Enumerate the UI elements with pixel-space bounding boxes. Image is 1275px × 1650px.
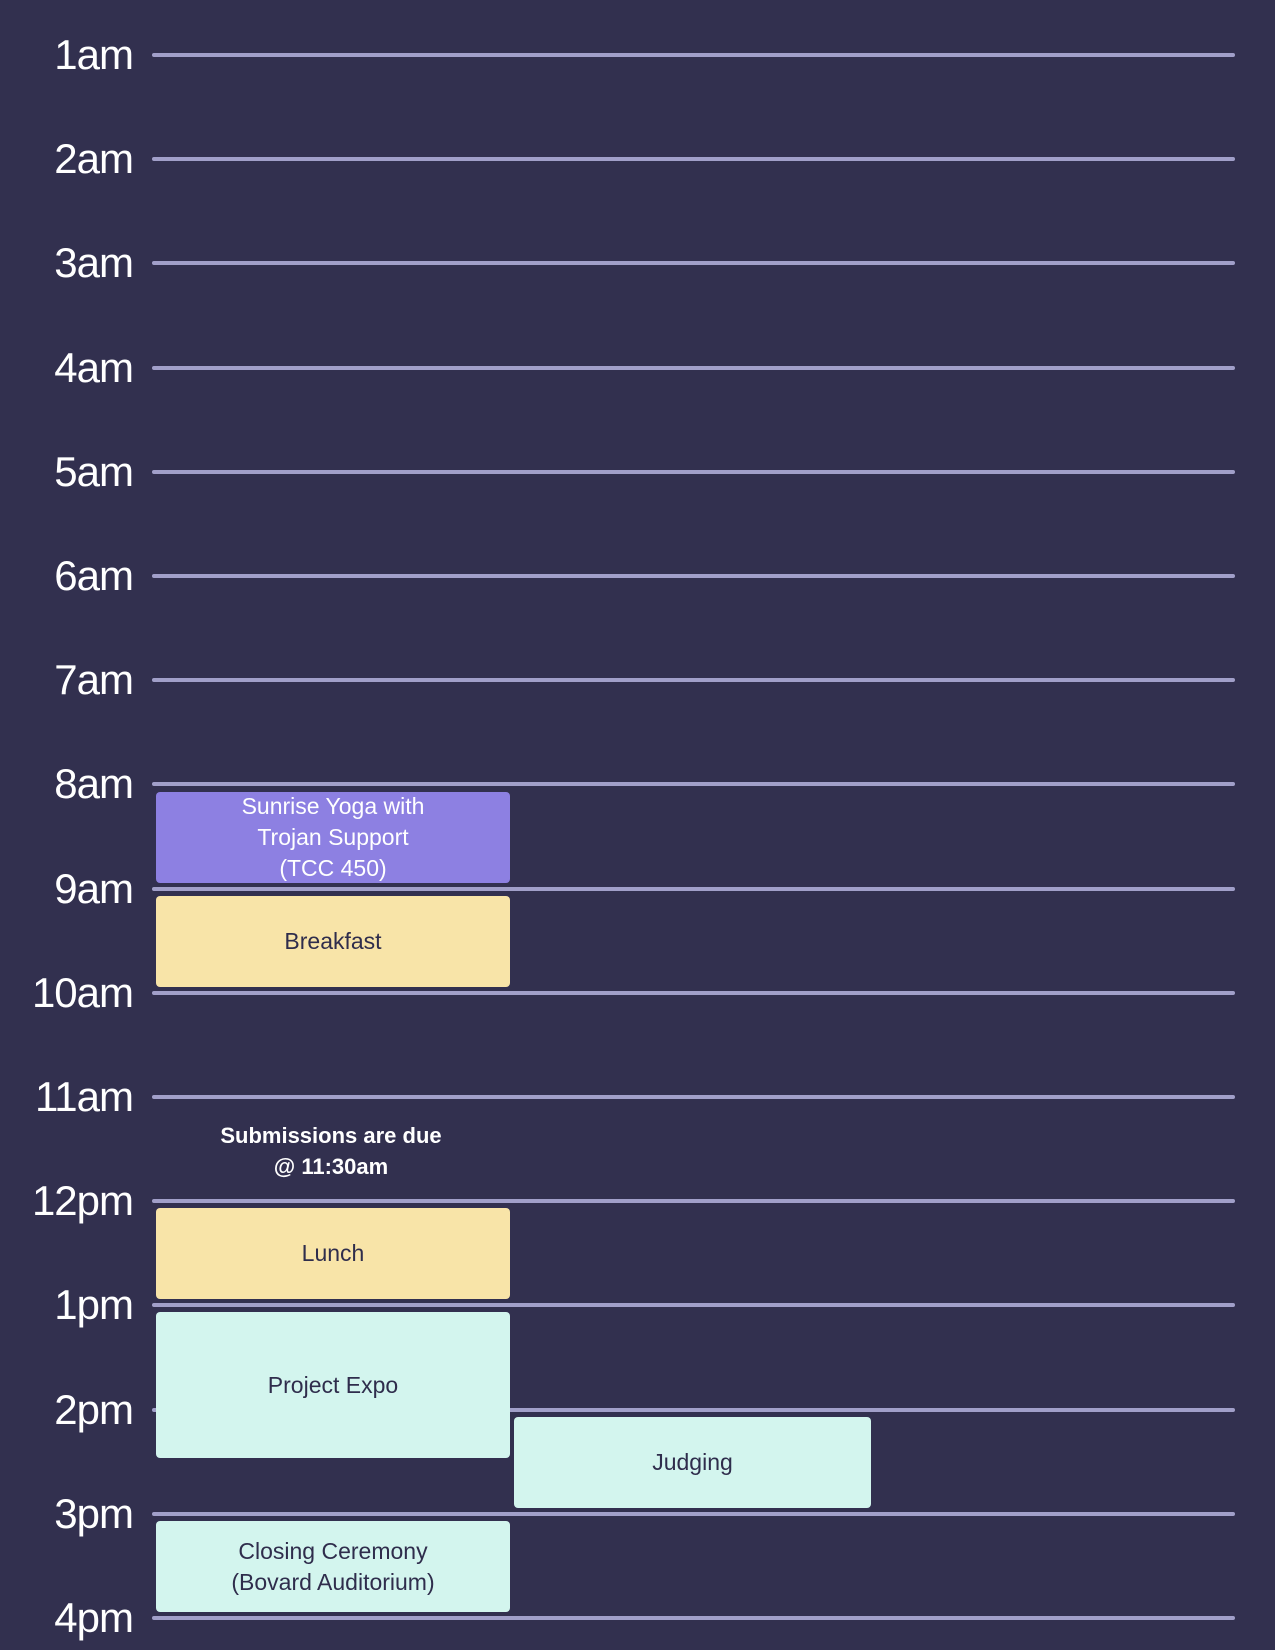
event-closing-ceremony[interactable]: Closing Ceremony (Bovard Auditorium) — [156, 1521, 510, 1612]
hour-label: 1am — [54, 31, 134, 78]
hour-label: 2am — [54, 135, 134, 183]
hour-label: 9am — [54, 864, 134, 912]
hour-gridline — [152, 1303, 1235, 1308]
event-closing-ceremony-label: Closing Ceremony (Bovard Auditorium) — [231, 1537, 435, 1595]
hour-label: 11am — [35, 1073, 134, 1120]
event-lunch-label: Lunch — [301, 1240, 365, 1266]
event-judging-label: Judging — [652, 1449, 733, 1475]
hour-gridline — [152, 782, 1235, 787]
hour-gridline — [152, 678, 1235, 683]
hour-label: 7am — [54, 656, 134, 704]
hour-gridline — [152, 157, 1235, 162]
hour-gridline — [152, 1095, 1235, 1099]
hour-gridline — [152, 365, 1235, 370]
hour-gridline — [152, 261, 1235, 266]
hour-label: 10am — [31, 968, 134, 1016]
hour-gridline — [152, 1511, 1235, 1516]
hour-label: 1pm — [54, 1281, 134, 1329]
event-project-expo[interactable]: Project Expo — [156, 1312, 510, 1458]
hour-gridline — [152, 469, 1235, 474]
submission-deadline-note: Submissions are due @ 11:30am — [220, 1123, 442, 1179]
hour-label: 4pm — [54, 1594, 134, 1641]
hour-label: 5am — [54, 447, 134, 495]
hour-label: 12pm — [31, 1177, 134, 1225]
hour-label: 2pm — [54, 1385, 134, 1433]
hour-label: 8am — [54, 760, 134, 808]
hour-label: 3am — [54, 239, 134, 287]
event-sunrise-yoga-label: Sunrise Yoga with Trojan Support (TCC 45… — [241, 793, 425, 881]
event-breakfast[interactable]: Breakfast — [156, 896, 510, 987]
event-sunrise-yoga[interactable]: Sunrise Yoga with Trojan Support (TCC 45… — [156, 792, 510, 883]
event-judging[interactable]: Judging — [514, 1417, 871, 1508]
hour-gridline — [152, 990, 1235, 995]
hour-label: 6am — [54, 552, 134, 599]
hour-gridline — [152, 574, 1235, 578]
hour-gridline — [152, 53, 1235, 57]
event-project-expo-label: Project Expo — [267, 1371, 399, 1398]
event-breakfast-label: Breakfast — [284, 928, 382, 954]
hour-label: 4am — [54, 343, 134, 391]
hour-label: 3pm — [54, 1489, 134, 1537]
hour-gridline — [152, 1199, 1235, 1204]
event-lunch[interactable]: Lunch — [156, 1208, 510, 1299]
hour-gridline — [152, 886, 1235, 891]
hour-gridline — [152, 1616, 1235, 1620]
